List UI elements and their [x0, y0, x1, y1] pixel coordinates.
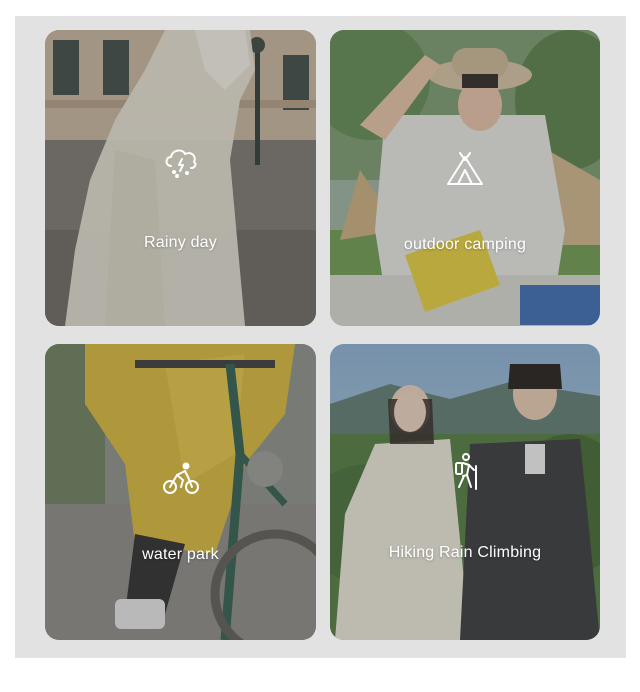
bicycle-rider-icon [162, 462, 199, 494]
scene-card-water-park[interactable]: water park [45, 344, 316, 640]
scene-label: outdoor camping [403, 236, 527, 253]
scene-card-rainy-day[interactable]: Rainy day [45, 30, 316, 326]
photo-dim-overlay [330, 344, 600, 640]
rain-cloud-icon [165, 149, 196, 178]
scene-card-outdoor-camping[interactable]: outdoor camping [330, 30, 600, 326]
scene-label: Rainy day [144, 234, 217, 251]
scene-card-hiking-rain-climbing[interactable]: Hiking Rain Climbing [330, 344, 600, 640]
scene-label: water park [142, 546, 219, 563]
hiker-icon [455, 453, 477, 490]
tent-icon [447, 152, 483, 185]
scene-label: Hiking Rain Climbing [388, 544, 542, 561]
